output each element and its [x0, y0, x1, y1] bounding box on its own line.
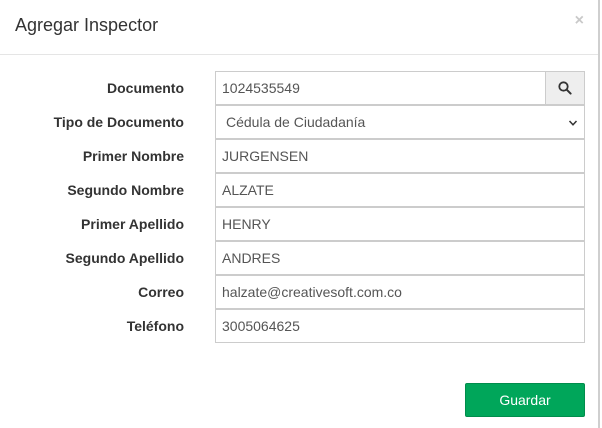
primer-nombre-label: Primer Nombre	[82, 148, 184, 164]
tipo-documento-select[interactable]: Cédula de Ciudadanía	[215, 105, 585, 139]
primer-apellido-label: Primer Apellido	[81, 216, 184, 232]
segundo-apellido-label: Segundo Apellido	[65, 250, 184, 266]
save-button[interactable]: Guardar	[465, 383, 585, 417]
correo-input[interactable]: halzate@creativesoft.com.co	[215, 275, 585, 309]
modal-title: Agregar Inspector	[15, 15, 159, 35]
telefono-label: Teléfono	[126, 318, 184, 334]
segundo-nombre-label: Segundo Nombre	[67, 182, 184, 198]
form-row-primer-apellido: Primer Apellido HENRY	[0, 207, 598, 241]
documento-input[interactable]: 1024535549	[215, 71, 546, 105]
primer-nombre-input[interactable]: JURGENSEN	[215, 139, 585, 173]
form-row-documento: Documento 1024535549	[0, 71, 598, 105]
segundo-nombre-input[interactable]: ALZATE	[215, 173, 585, 207]
modal-header: Agregar Inspector ×	[0, 0, 598, 55]
search-button[interactable]	[545, 71, 585, 105]
form-row-telefono: Teléfono 3005064625	[0, 309, 598, 343]
search-icon	[558, 81, 572, 95]
chevron-down-icon	[568, 120, 578, 126]
tipo-documento-label: Tipo de Documento	[53, 114, 184, 130]
form-row-primer-nombre: Primer Nombre JURGENSEN	[0, 139, 598, 173]
telefono-input[interactable]: 3005064625	[215, 309, 585, 343]
form-row-segundo-nombre: Segundo Nombre ALZATE	[0, 173, 598, 207]
form-row-segundo-apellido: Segundo Apellido ANDRES	[0, 241, 598, 275]
tipo-documento-value: Cédula de Ciudadanía	[226, 114, 366, 130]
form-row-tipo-documento: Tipo de Documento Cédula de Ciudadanía	[0, 105, 598, 139]
inspector-form: Documento 1024535549 Tipo de Documento C…	[0, 71, 598, 343]
primer-apellido-input[interactable]: HENRY	[215, 207, 585, 241]
segundo-apellido-input[interactable]: ANDRES	[215, 241, 585, 275]
form-row-correo: Correo halzate@creativesoft.com.co	[0, 275, 598, 309]
correo-label: Correo	[138, 284, 184, 300]
close-icon[interactable]: ×	[575, 13, 584, 29]
add-inspector-modal: Agregar Inspector × Documento 1024535549…	[0, 0, 600, 428]
documento-label: Documento	[107, 80, 184, 96]
